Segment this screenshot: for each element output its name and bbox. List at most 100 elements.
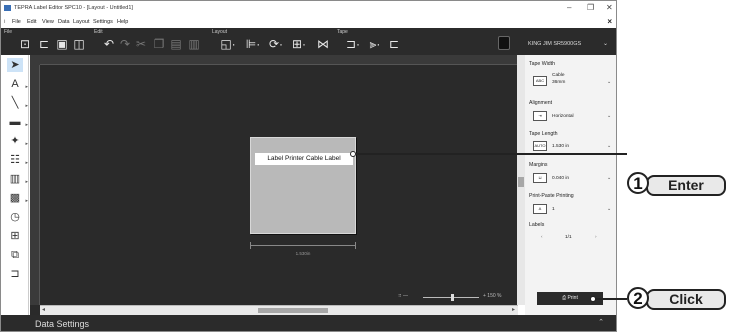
- callout-2-line: [596, 298, 627, 300]
- save-icon[interactable]: ▣: [55, 37, 69, 51]
- copy-icon[interactable]: ❐: [152, 37, 166, 51]
- callout-1-line: [356, 153, 627, 155]
- app-window: TEPRA Label Editor SPC10 - [Layout - Unt…: [0, 0, 617, 332]
- menu-data[interactable]: Data: [58, 19, 70, 25]
- delete-icon[interactable]: ▥: [187, 37, 201, 51]
- zoom-level: + 150 %: [483, 293, 502, 299]
- print-paste-icon: A: [533, 204, 547, 214]
- labels-title: Labels: [529, 222, 545, 228]
- close-document-icon[interactable]: ×: [607, 17, 612, 26]
- zoom-slider-thumb[interactable]: [451, 294, 454, 301]
- image-tool-icon[interactable]: ▬ ▸: [7, 115, 29, 129]
- barcode-tool-icon[interactable]: ▥ ▸: [7, 172, 28, 186]
- labels-value: 1/1: [565, 235, 572, 240]
- tape-settings-icon[interactable]: ⊏: [387, 37, 401, 51]
- tape-length-marker: 1.530in: [295, 251, 311, 256]
- minimize-button[interactable]: –: [567, 2, 571, 14]
- print-button-label: Print: [567, 295, 578, 301]
- print-paste-title: Print-Paste Printing: [529, 193, 574, 199]
- labels-next-icon[interactable]: ›: [595, 235, 597, 240]
- tape-width-value-line2[interactable]: 36mm: [552, 80, 565, 85]
- menu-settings[interactable]: Settings: [93, 19, 113, 25]
- clipart-tool-icon[interactable]: ✦ ▸: [7, 134, 28, 148]
- redo-icon[interactable]: ↷: [118, 37, 132, 51]
- alignment-value[interactable]: Horizontal: [552, 114, 574, 119]
- menu-layout[interactable]: Layout: [73, 19, 90, 25]
- new-icon[interactable]: ⊡: [18, 37, 32, 51]
- callout-1-number: 1: [627, 172, 649, 194]
- group-icon[interactable]: ⋈: [314, 37, 332, 51]
- margins-icon: ⊔: [533, 173, 547, 183]
- data-settings-bar[interactable]: Data Settings ⌃: [1, 315, 616, 331]
- property-panel: Tape Width ABC Cable 36mm ⌄ Alignment ⇥ …: [525, 55, 616, 315]
- open-icon[interactable]: ⊏: [37, 37, 51, 51]
- close-button[interactable]: ✕: [606, 2, 613, 14]
- print-paste-value[interactable]: 1: [552, 207, 555, 212]
- tape-width-title: Tape Width: [529, 61, 555, 67]
- print-paste-chevron-icon[interactable]: ⌄: [607, 206, 611, 212]
- vertical-scrollbar[interactable]: [517, 55, 525, 305]
- tape-feed-icon[interactable]: ⫸·: [366, 37, 384, 51]
- line-tool-icon[interactable]: ╲ ▸: [7, 96, 28, 110]
- horizontal-ruler: [40, 55, 517, 65]
- callout-2-text: Click: [646, 289, 726, 310]
- tape-width-icon: ABC: [533, 76, 547, 86]
- table-tool-icon[interactable]: ⊞: [7, 229, 23, 243]
- label-text-object[interactable]: Label Printer Cable Label: [255, 153, 353, 165]
- menu-file[interactable]: File: [12, 19, 21, 25]
- align-icon[interactable]: ⊫·: [244, 37, 262, 51]
- menu-bar: ⅰ File Edit View Data Layout Settings He…: [1, 16, 616, 28]
- chevron-up-icon[interactable]: ⌃: [598, 318, 604, 326]
- menu-edit[interactable]: Edit: [27, 19, 36, 25]
- text-tool-icon[interactable]: A ▸: [7, 77, 28, 91]
- menu-help[interactable]: Help: [117, 19, 128, 25]
- serial-tool-icon[interactable]: ⧉: [7, 248, 23, 262]
- alignment-title: Alignment: [529, 100, 553, 106]
- margins-value[interactable]: 0.040 in: [552, 176, 569, 181]
- select-tool-icon[interactable]: ➤: [7, 58, 23, 72]
- scroll-left-icon[interactable]: ◂: [42, 306, 45, 313]
- alignment-chevron-icon[interactable]: ⌄: [607, 113, 611, 119]
- ribbon-group-layout: Layout: [212, 29, 228, 35]
- title-bar: TEPRA Label Editor SPC10 - [Layout - Unt…: [1, 1, 616, 16]
- tape-cut-icon[interactable]: ⊐·: [344, 37, 362, 51]
- callout-1-text: Enter: [646, 175, 726, 196]
- fit-icon[interactable]: ⠶ —: [398, 293, 408, 303]
- cut-icon[interactable]: ✂: [134, 37, 148, 51]
- callout-2-number: 2: [627, 287, 649, 309]
- margins-chevron-icon[interactable]: ⌄: [607, 175, 611, 181]
- app-icon: [4, 5, 11, 11]
- horizontal-scrollbar-thumb[interactable]: [258, 308, 328, 313]
- tape-width-chevron-icon[interactable]: ⌄: [607, 79, 611, 85]
- scroll-right-icon[interactable]: ▸: [512, 306, 515, 313]
- label-tape[interactable]: Label Printer Cable Label: [250, 137, 356, 234]
- import-tool-icon[interactable]: ⊐: [7, 267, 23, 281]
- menu-app-icon: ⅰ: [4, 19, 6, 25]
- horizontal-scrollbar[interactable]: ◂ ▸: [40, 305, 518, 315]
- tape-width-value-line1[interactable]: Cable: [552, 73, 565, 78]
- distribute-icon[interactable]: ⊞·: [290, 37, 308, 51]
- vertical-scrollbar-thumb[interactable]: [518, 177, 524, 187]
- margins-title: Margins: [529, 162, 548, 168]
- menu-view[interactable]: View: [42, 19, 54, 25]
- datetime-tool-icon[interactable]: ◷: [7, 210, 23, 224]
- ruler-corner: [30, 55, 40, 65]
- layout-canvas[interactable]: Label Printer Cable Label 1.530in ⠶ — + …: [30, 55, 517, 315]
- printer-name[interactable]: KING JIM SR5900GS: [528, 41, 581, 47]
- tape-length-icon: AUTO: [533, 141, 547, 151]
- ribbon-group-edit: Edit: [94, 29, 103, 35]
- arrange-icon[interactable]: ◱·: [219, 37, 237, 51]
- qrcode-tool-icon[interactable]: ▩ ▸: [7, 191, 28, 205]
- rotate-icon[interactable]: ⟳·: [267, 37, 285, 51]
- chevron-down-icon[interactable]: ⌄: [603, 40, 608, 47]
- library-icon[interactable]: ◫: [72, 37, 86, 51]
- undo-icon[interactable]: ↶: [102, 37, 116, 51]
- tape-length-value[interactable]: 1.530 in: [552, 144, 569, 149]
- restore-button[interactable]: ❐: [587, 2, 594, 14]
- paste-icon[interactable]: ▤: [169, 37, 183, 51]
- labels-prev-icon[interactable]: ‹: [541, 235, 543, 240]
- tape-length-chevron-icon[interactable]: ⌄: [607, 143, 611, 149]
- vertical-ruler: [30, 65, 40, 305]
- ribbon-group-file: File: [4, 29, 13, 35]
- frame-tool-icon[interactable]: ☷ ▸: [7, 153, 28, 167]
